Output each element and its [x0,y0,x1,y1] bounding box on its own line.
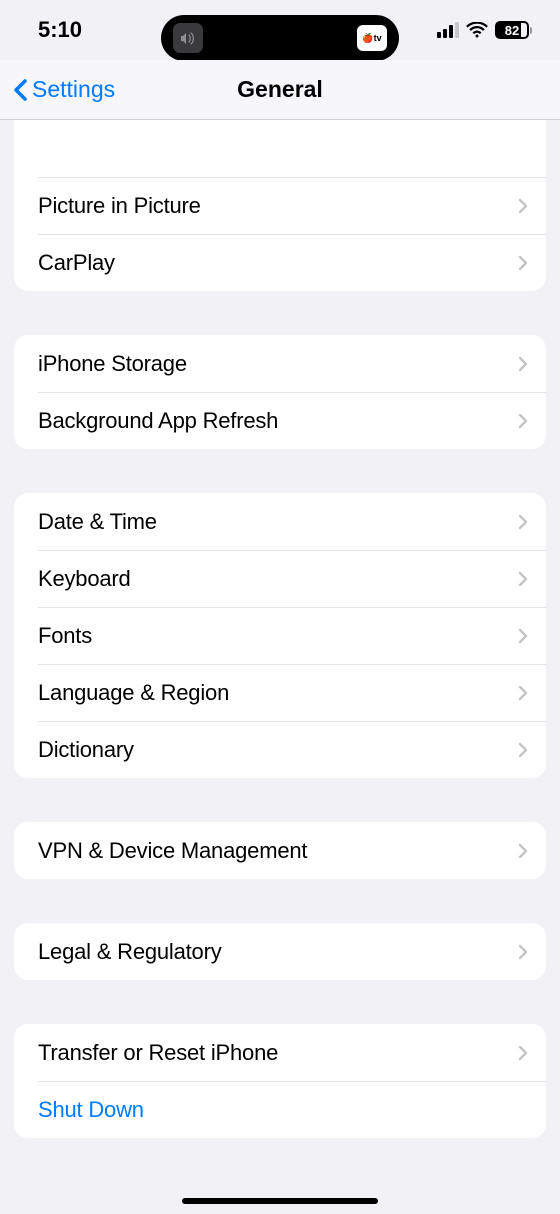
row-label: Date & Time [38,509,157,535]
settings-group: Legal & Regulatory [14,923,546,980]
row-label: Legal & Regulatory [38,939,222,965]
back-label: Settings [32,76,115,103]
chevron-right-icon [518,628,528,644]
row-label: Shut Down [38,1097,144,1123]
settings-group: Transfer or Reset iPhone Shut Down [14,1024,546,1138]
settings-row-date-time[interactable]: Date & Time [14,493,546,550]
chevron-right-icon [518,413,528,429]
settings-row-legal-regulatory[interactable]: Legal & Regulatory [14,923,546,980]
row-label: CarPlay [38,250,115,276]
settings-row-shut-down[interactable]: Shut Down [14,1081,546,1138]
settings-row-background-app-refresh[interactable]: Background App Refresh [14,392,546,449]
volume-icon [173,23,203,53]
settings-row-keyboard[interactable]: Keyboard [14,550,546,607]
settings-row-carplay[interactable]: CarPlay [14,234,546,291]
chevron-right-icon [518,514,528,530]
settings-row-language-region[interactable]: Language & Region [14,664,546,721]
chevron-right-icon [518,356,528,372]
row-label: Keyboard [38,566,131,592]
row-label: Dictionary [38,737,134,763]
settings-row-partial[interactable] [14,120,546,177]
row-label: Background App Refresh [38,408,278,434]
settings-row-dictionary[interactable]: Dictionary [14,721,546,778]
wifi-icon [466,22,488,38]
chevron-right-icon [518,571,528,587]
cellular-icon [437,22,459,38]
appletv-icon: 🍎tv [357,25,387,51]
row-label: Picture in Picture [38,193,201,219]
nav-bar: Settings General [0,60,560,120]
settings-group: Date & Time Keyboard Fonts Language & Re… [14,493,546,778]
status-bar: 5:10 🍎tv 82 [0,0,560,60]
settings-group: Picture in Picture CarPlay [14,120,546,291]
row-label: Transfer or Reset iPhone [38,1040,278,1066]
chevron-right-icon [518,255,528,271]
battery-indicator: 82 [495,21,532,39]
row-label: Language & Region [38,680,229,706]
chevron-right-icon [518,742,528,758]
status-indicators: 82 [437,21,532,39]
chevron-right-icon [518,944,528,960]
settings-row-transfer-reset[interactable]: Transfer or Reset iPhone [14,1024,546,1081]
status-time: 5:10 [38,17,82,43]
settings-group: VPN & Device Management [14,822,546,879]
chevron-left-icon [12,78,28,102]
settings-content: Picture in Picture CarPlay iPhone Storag… [0,120,560,1138]
settings-row-picture-in-picture[interactable]: Picture in Picture [14,177,546,234]
row-label: VPN & Device Management [38,838,307,864]
chevron-right-icon [518,198,528,214]
dynamic-island[interactable]: 🍎tv [161,15,399,61]
settings-row-iphone-storage[interactable]: iPhone Storage [14,335,546,392]
page-title: General [237,76,323,103]
back-button[interactable]: Settings [0,76,115,103]
settings-row-fonts[interactable]: Fonts [14,607,546,664]
settings-group: iPhone Storage Background App Refresh [14,335,546,449]
settings-row-vpn-device-management[interactable]: VPN & Device Management [14,822,546,879]
home-indicator[interactable] [182,1198,378,1204]
row-label: iPhone Storage [38,351,187,377]
chevron-right-icon [518,685,528,701]
chevron-right-icon [518,1045,528,1061]
row-label: Fonts [38,623,92,649]
chevron-right-icon [518,843,528,859]
